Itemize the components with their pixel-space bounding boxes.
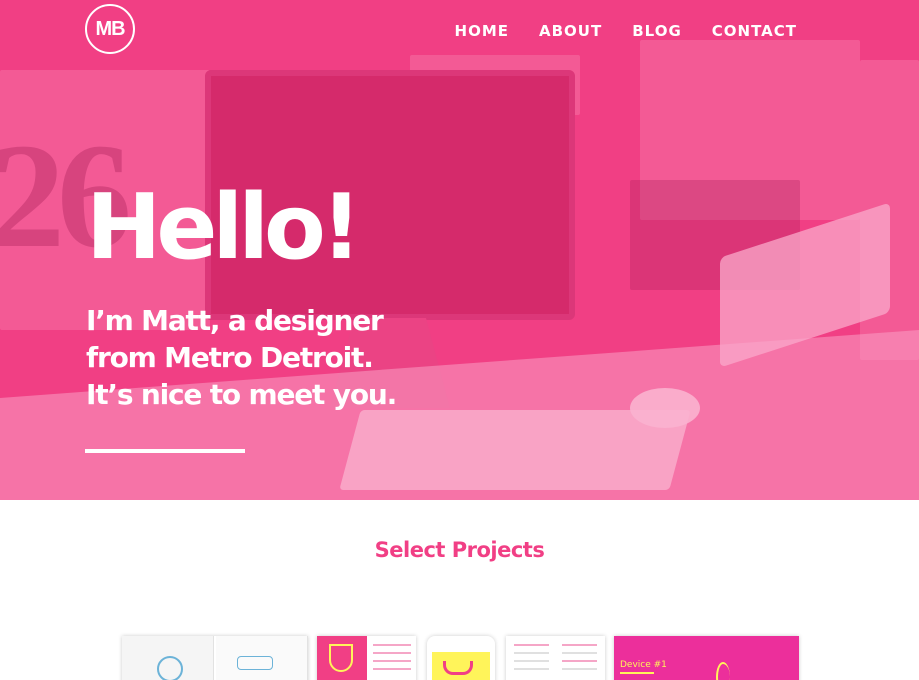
hero-banner: 26 MB HOME ABOUT BLOG CONTACT Hello! I’m… <box>0 0 919 500</box>
nav-blog-link[interactable]: BLOG <box>632 22 682 40</box>
text-lines <box>373 644 411 646</box>
nav-about-link[interactable]: ABOUT <box>539 22 602 40</box>
hero-intro: I’m Matt, a designer from Metro Detroit.… <box>86 302 397 413</box>
nav-home-link[interactable]: HOME <box>455 22 509 40</box>
project-thumbnail-brochure[interactable] <box>317 636 416 680</box>
logo-text: MB <box>95 17 125 40</box>
project-thumbnail-magazine[interactable]: Device #1 <box>614 636 799 680</box>
project-thumbnail-document[interactable] <box>506 636 605 680</box>
intro-line: from Metro Detroit. <box>86 341 374 374</box>
device-label: Device #1 <box>620 660 667 670</box>
intro-line: I’m Matt, a designer <box>86 304 384 337</box>
project-thumbnail-app[interactable] <box>427 636 495 680</box>
project-thumbnail-book[interactable] <box>122 636 308 680</box>
illustration-icon <box>716 662 730 680</box>
speech-bubble-icon <box>237 656 273 670</box>
fingerprint-icon <box>157 656 183 680</box>
intro-line: It’s nice to meet you. <box>86 378 397 411</box>
text-lines <box>514 644 549 646</box>
label-underline <box>620 672 654 674</box>
logo-home-link[interactable]: MB <box>85 4 135 54</box>
text-lines <box>562 644 597 646</box>
hero-divider <box>85 449 245 453</box>
main-nav: HOME ABOUT BLOG CONTACT <box>455 22 797 40</box>
app-graphic-icon <box>443 661 473 675</box>
nav-contact-link[interactable]: CONTACT <box>712 22 797 40</box>
project-gallery: Device #1 <box>0 636 919 680</box>
shield-icon <box>329 644 353 672</box>
section-title: Select Projects <box>374 538 545 562</box>
hero-headline: Hello! <box>86 175 362 280</box>
